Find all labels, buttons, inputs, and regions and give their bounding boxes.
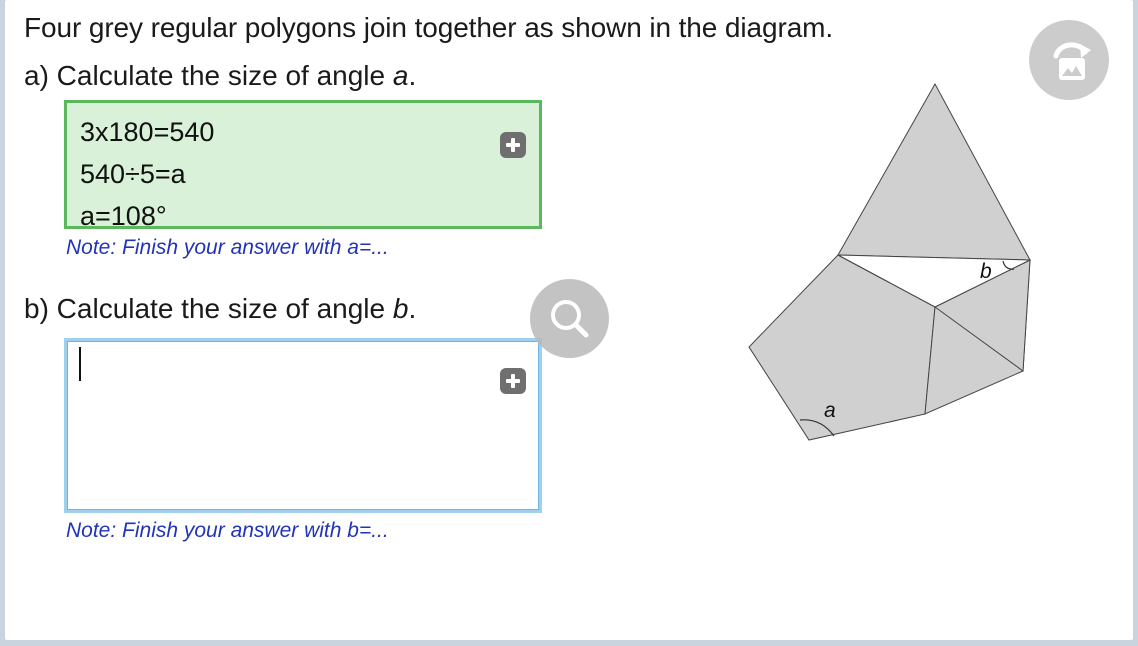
part-a-variable: a [392,60,409,91]
part-a-prompt: a) Calculate the size of angle a. [24,60,416,92]
polygons-diagram: a b [748,82,1031,441]
answer-a-box[interactable]: 3x180=540 540÷5=a a=108° [64,100,542,231]
part-b-prompt: b) Calculate the size of angle b. [24,293,416,325]
angle-b-label: b [980,260,992,283]
add-answer-b-button[interactable] [500,368,526,394]
question-card: Four grey regular polygons join together… [5,0,1133,640]
question-text: Four grey regular polygons join together… [24,12,834,43]
part-b-suffix: . [408,293,417,324]
add-answer-a-button[interactable] [500,132,526,158]
answer-a-lines: 3x180=540 540÷5=a a=108° [80,111,214,237]
magnifier-icon [551,300,589,338]
angle-a-label: a [824,399,836,422]
triangle-top [837,82,1031,261]
text-cursor [79,347,81,381]
part-b-prefix: b) Calculate the size of angle [24,293,393,324]
zoom-button[interactable] [530,279,609,358]
note-b: Note: Finish your answer with b=... [66,519,389,542]
answer-a-line: 540÷5=a [80,159,186,189]
part-b-variable: b [392,293,409,324]
answer-b-input[interactable] [64,338,542,513]
part-a-prefix: a) Calculate the size of angle [24,60,393,91]
answer-a-line: 3x180=540 [80,117,215,147]
note-a: Note: Finish your answer with a=... [66,236,389,259]
answer-a-line: a=108° [80,201,167,231]
part-a-suffix: . [408,60,417,91]
